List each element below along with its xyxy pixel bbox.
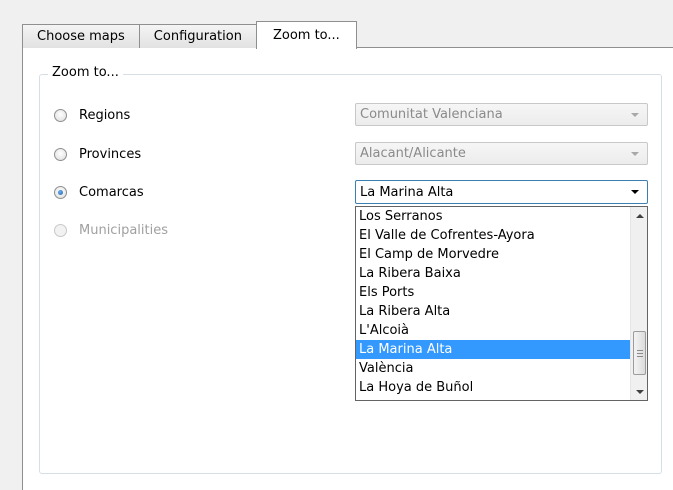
radio-label: Comarcas	[79, 184, 144, 200]
radio-label: Provinces	[79, 146, 142, 162]
list-item[interactable]: València	[356, 359, 630, 378]
combo-value: La Marina Alta	[360, 184, 454, 200]
radio-comarcas[interactable]: Comarcas	[54, 182, 144, 202]
radio-button-checked[interactable]	[54, 185, 67, 199]
vertical-scrollbar[interactable]	[630, 207, 647, 400]
radio-provinces[interactable]: Provinces	[54, 144, 141, 164]
list-item[interactable]: El Camp de Morvedre	[356, 245, 630, 264]
list-item[interactable]: Els Ports	[356, 283, 630, 302]
radio-label: Regions	[79, 107, 131, 123]
chevron-down-icon	[631, 190, 639, 194]
grip-line	[637, 353, 643, 354]
scrollbar-thumb[interactable]	[633, 331, 646, 375]
window-edge	[0, 0, 22, 490]
scroll-down-button[interactable]	[631, 383, 647, 400]
tab-zoom-to[interactable]: Zoom to...	[255, 21, 357, 49]
radio-button[interactable]	[54, 147, 67, 161]
list-item-selected[interactable]: La Marina Alta	[356, 340, 630, 359]
dialog-window: Choose maps Configuration Zoom to... Zoo…	[0, 0, 673, 490]
groupbox-title: Zoom to...	[48, 65, 123, 80]
list-item[interactable]: El Valle de Cofrentes-Ayora	[356, 226, 630, 245]
regions-combobox[interactable]: Comunitat Valenciana	[355, 103, 648, 126]
tab-strip: Choose maps Configuration Zoom to...	[22, 21, 357, 49]
grip-line	[637, 350, 643, 351]
arrow-down-icon	[635, 389, 644, 394]
grip-line	[637, 356, 643, 357]
radio-municipalities[interactable]: Municipalities	[54, 220, 168, 240]
chevron-down-icon	[631, 113, 639, 117]
scroll-up-button[interactable]	[631, 207, 647, 224]
list-item[interactable]: Los Serranos	[356, 207, 630, 226]
chevron-down-icon	[631, 152, 639, 156]
list-item[interactable]: La Ribera Alta	[356, 302, 630, 321]
combo-value: Comunitat Valenciana	[360, 107, 503, 122]
tab-configuration[interactable]: Configuration	[138, 24, 257, 48]
tab-choose-maps[interactable]: Choose maps	[22, 24, 140, 48]
list-item[interactable]: La Hoya de Buñol	[356, 378, 630, 397]
comarcas-dropdown-list[interactable]: Los Serranos El Valle de Cofrentes-Ayora…	[355, 206, 648, 401]
radio-button[interactable]	[54, 108, 67, 122]
provinces-combobox[interactable]: Alacant/Alicante	[355, 142, 648, 165]
radio-button-disabled[interactable]	[54, 223, 67, 237]
comarcas-combobox[interactable]: La Marina Alta	[355, 180, 648, 204]
arrow-up-icon	[635, 213, 644, 218]
radio-label: Municipalities	[79, 222, 168, 238]
list-item[interactable]: L'Alcoià	[356, 321, 630, 340]
list-item[interactable]: La Ribera Baixa	[356, 264, 630, 283]
radio-regions[interactable]: Regions	[54, 105, 130, 125]
combo-value: Alacant/Alicante	[360, 146, 466, 161]
